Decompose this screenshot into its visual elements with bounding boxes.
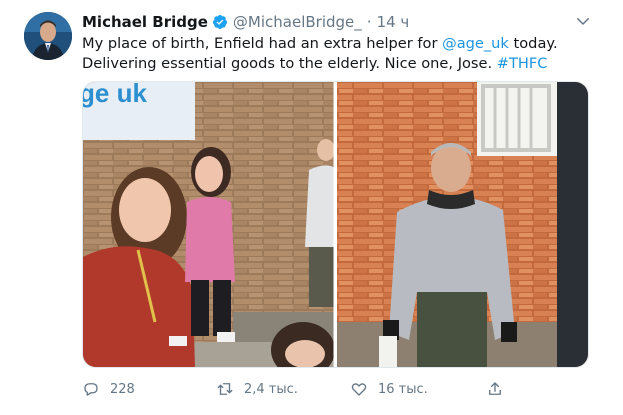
tweet-header: Michael Bridge @MichaelBridge_ · 14 ч bbox=[82, 12, 409, 32]
reply-count: 228 bbox=[110, 381, 135, 397]
chevron-down-icon[interactable] bbox=[574, 12, 592, 30]
share-icon bbox=[489, 382, 501, 395]
retweet-button[interactable]: 2,4 тыс. bbox=[216, 378, 298, 400]
author-handle[interactable]: @MichaelBridge_ bbox=[233, 13, 362, 31]
tweet-time[interactable]: 14 ч bbox=[377, 13, 410, 31]
verified-badge-icon bbox=[212, 15, 227, 29]
tweet-text: My place of birth, Enfield had an extra … bbox=[82, 34, 592, 74]
right-photo bbox=[337, 82, 588, 367]
hashtag-link[interactable]: #THFC bbox=[497, 55, 548, 72]
avatar[interactable] bbox=[24, 12, 72, 60]
tweet-actions: 228 2,4 тыс. 16 тыс. bbox=[82, 378, 592, 400]
tweet-card[interactable]: Michael Bridge @MichaelBridge_ · 14 ч My… bbox=[0, 0, 623, 415]
tweet-text-part: My place of birth, Enfield had an extra … bbox=[82, 35, 443, 52]
like-button[interactable]: 16 тыс. bbox=[350, 378, 428, 400]
tweet-media[interactable]: ge uk bbox=[82, 81, 589, 368]
separator-dot: · bbox=[366, 13, 372, 31]
share-button[interactable] bbox=[486, 378, 504, 400]
left-photo: ge uk bbox=[83, 82, 335, 367]
media-photos: ge uk bbox=[83, 82, 588, 367]
like-count: 16 тыс. bbox=[378, 381, 428, 397]
retweet-count: 2,4 тыс. bbox=[244, 381, 298, 397]
like-icon bbox=[351, 383, 367, 396]
retweet-icon bbox=[217, 383, 233, 395]
reply-button[interactable]: 228 bbox=[82, 378, 135, 400]
reply-icon bbox=[84, 383, 98, 396]
mention-link[interactable]: @age_uk bbox=[442, 35, 509, 52]
sign-text: ge uk bbox=[83, 82, 147, 108]
author-name[interactable]: Michael Bridge bbox=[82, 13, 208, 31]
